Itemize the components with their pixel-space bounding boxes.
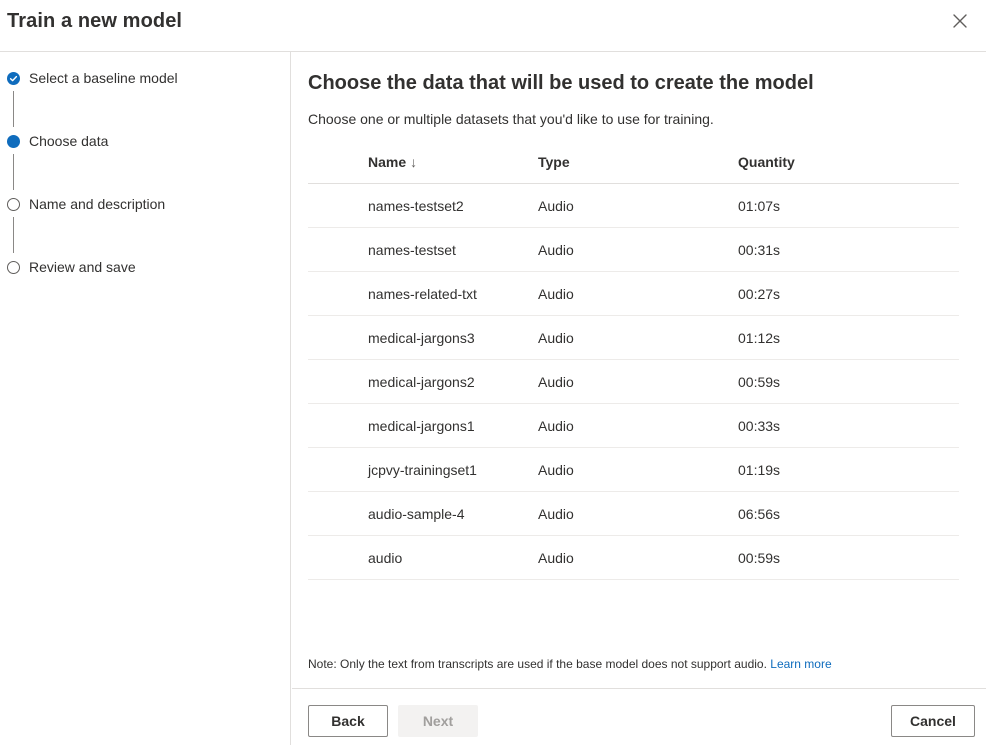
wizard-step-label: Select a baseline model xyxy=(29,70,178,86)
wizard-steps: Select a baseline model Choose data Name… xyxy=(0,52,291,745)
cell-quantity: 01:12s xyxy=(738,330,781,346)
table-row[interactable]: medical-jargons3 Audio 01:12s xyxy=(308,316,959,360)
table-row[interactable]: audio-sample-4 Audio 06:56s xyxy=(308,492,959,536)
table-row[interactable]: jcpvy-trainingset1 Audio 01:19s xyxy=(308,448,959,492)
column-header-quantity[interactable]: Quantity xyxy=(738,154,795,170)
step-connector xyxy=(13,154,14,190)
close-button[interactable] xyxy=(948,11,972,35)
step-connector xyxy=(13,217,14,253)
cell-type: Audio xyxy=(538,418,574,434)
cancel-button[interactable]: Cancel xyxy=(891,705,975,737)
cell-type: Audio xyxy=(538,462,574,478)
cell-quantity: 00:27s xyxy=(738,286,781,302)
checkmark-circle-icon xyxy=(7,72,20,85)
cell-type: Audio xyxy=(538,198,574,214)
cell-name: medical-jargons2 xyxy=(368,374,475,390)
audio-note: Note: Only the text from transcripts are… xyxy=(308,657,832,671)
cell-type: Audio xyxy=(538,550,574,566)
wizard-step-label: Review and save xyxy=(29,259,136,275)
table-row[interactable]: medical-jargons2 Audio 00:59s xyxy=(308,360,959,404)
filled-circle-icon xyxy=(7,135,20,148)
dialog-title: Train a new model xyxy=(7,10,183,32)
note-text: Note: Only the text from transcripts are… xyxy=(308,657,767,671)
cell-quantity: 00:59s xyxy=(738,550,781,566)
cell-quantity: 00:59s xyxy=(738,374,781,390)
cell-name: jcpvy-trainingset1 xyxy=(368,462,477,478)
cell-quantity: 01:19s xyxy=(738,462,781,478)
cell-quantity: 00:33s xyxy=(738,418,781,434)
table-row[interactable]: medical-jargons1 Audio 00:33s xyxy=(308,404,959,448)
next-button[interactable]: Next xyxy=(398,705,478,737)
cell-name: medical-jargons3 xyxy=(368,330,475,346)
empty-circle-icon xyxy=(7,198,20,211)
table-row[interactable]: names-related-txt Audio 00:27s xyxy=(308,272,959,316)
cell-name: audio xyxy=(368,550,403,566)
empty-circle-icon xyxy=(7,261,20,274)
cell-name: medical-jargons1 xyxy=(368,418,475,434)
main-content: Choose the data that will be used to cre… xyxy=(292,52,986,745)
cell-name: names-testset2 xyxy=(368,198,464,214)
arrow-down-icon: ↓ xyxy=(410,154,418,170)
wizard-step-label: Choose data xyxy=(29,133,109,149)
table-row[interactable]: names-testset Audio 00:31s xyxy=(308,228,959,272)
cell-quantity: 01:07s xyxy=(738,198,781,214)
learn-more-link[interactable]: Learn more xyxy=(770,657,831,671)
cell-name: names-related-txt xyxy=(368,286,477,302)
wizard-step-label: Name and description xyxy=(29,196,166,212)
back-button[interactable]: Back xyxy=(308,705,388,737)
cell-type: Audio xyxy=(538,242,574,258)
datasets-table: Name ↓ Type Quantity names-testset2 Audio… xyxy=(308,140,959,580)
close-icon xyxy=(953,13,967,33)
table-row[interactable]: audio Audio 00:59s xyxy=(308,536,959,580)
cell-type: Audio xyxy=(538,330,574,346)
cell-type: Audio xyxy=(538,374,574,390)
table-header: Name ↓ Type Quantity xyxy=(308,140,959,184)
column-header-name[interactable]: Name ↓ xyxy=(368,154,417,170)
page-title: Choose the data that will be used to cre… xyxy=(308,72,814,94)
dialog-footer: Back Next Cancel xyxy=(292,688,986,745)
dialog-header: Train a new model xyxy=(0,0,986,52)
column-header-label: Name xyxy=(368,154,407,170)
cell-name: names-testset xyxy=(368,242,456,258)
page-subtitle: Choose one or multiple datasets that you… xyxy=(308,111,714,127)
table-row[interactable]: names-testset2 Audio 01:07s xyxy=(308,184,959,228)
cell-name: audio-sample-4 xyxy=(368,506,465,522)
step-connector xyxy=(13,91,14,127)
cell-quantity: 06:56s xyxy=(738,506,781,522)
cell-quantity: 00:31s xyxy=(738,242,781,258)
cell-type: Audio xyxy=(538,286,574,302)
column-header-type[interactable]: Type xyxy=(538,154,570,170)
cell-type: Audio xyxy=(538,506,574,522)
